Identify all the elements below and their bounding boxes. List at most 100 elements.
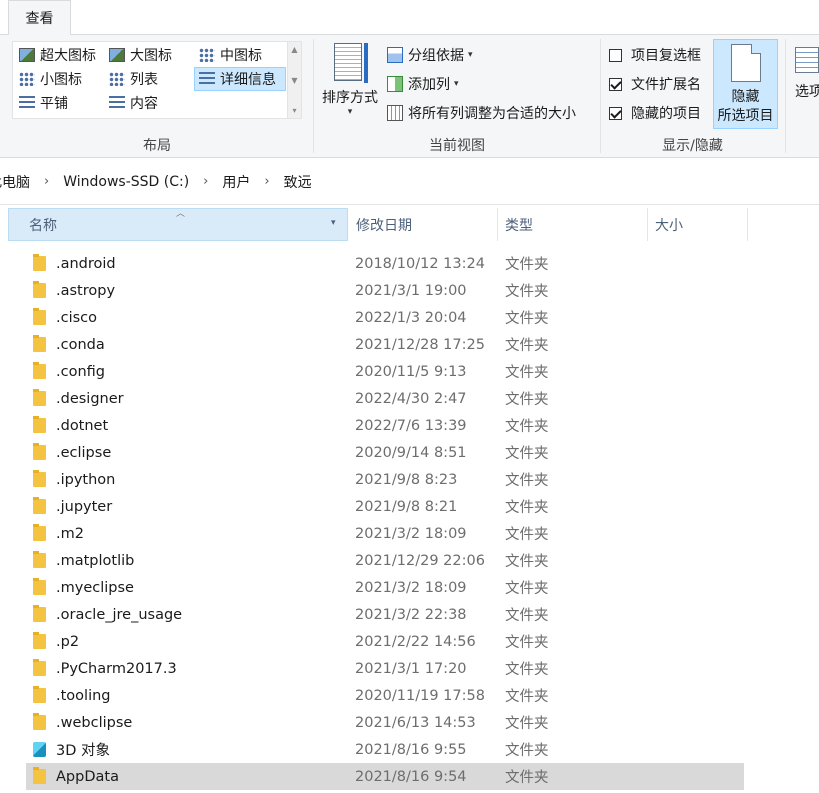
layout-list[interactable]: 列表 <box>105 68 191 90</box>
add-column-button[interactable]: 添加列 ▾ <box>387 72 459 96</box>
file-row[interactable]: .matplotlib 2021/12/29 22:06 文件夹 <box>26 547 744 574</box>
file-row[interactable]: .myeclipse 2021/3/2 18:09 文件夹 <box>26 574 744 601</box>
item-checkboxes-checkbox[interactable] <box>609 48 622 62</box>
file-name: .matplotlib <box>56 552 135 569</box>
breadcrumb-drive[interactable]: Windows-SSD (C:) <box>61 174 191 190</box>
file-type: 文件夹 <box>505 608 549 624</box>
file-type: 文件夹 <box>505 473 549 489</box>
large-icons-icon <box>109 48 125 62</box>
layout-item-label: 大图标 <box>130 48 172 64</box>
column-header-size[interactable]: 大小 <box>647 208 747 241</box>
3d-objects-icon <box>33 742 46 757</box>
column-header-date[interactable]: 修改日期 <box>348 208 498 241</box>
chevron-down-icon[interactable]: ▾ <box>331 218 336 228</box>
file-modified-date: 2022/4/30 2:47 <box>355 390 467 407</box>
layout-item-label: 小图标 <box>40 72 82 88</box>
column-header-type[interactable]: 类型 <box>497 208 647 241</box>
file-modified-date: 2020/11/5 9:13 <box>355 363 467 380</box>
folder-icon <box>33 524 46 541</box>
file-modified-date: 2021/3/2 18:09 <box>355 579 467 596</box>
chevron-right-icon[interactable]: › <box>264 174 269 189</box>
file-type: 文件夹 <box>505 284 549 300</box>
breadcrumb-current-folder[interactable]: 致远 <box>282 172 314 192</box>
file-modified-date: 2021/2/22 14:56 <box>355 633 476 650</box>
file-modified-date: 2021/3/2 22:38 <box>355 606 467 623</box>
file-row[interactable]: 3D 对象 2021/8/16 9:55 文件夹 <box>26 736 744 763</box>
file-row[interactable]: .oracle_jre_usage 2021/3/2 22:38 文件夹 <box>26 601 744 628</box>
file-name: .designer <box>56 390 124 407</box>
file-row[interactable]: .dotnet 2022/7/6 13:39 文件夹 <box>26 412 744 439</box>
group-by-button[interactable]: 分组依据 ▾ <box>387 43 473 67</box>
hidden-items-checkbox[interactable] <box>609 106 622 120</box>
file-type: 文件夹 <box>505 635 549 651</box>
options-button[interactable]: 选项 <box>795 39 819 129</box>
folder-icon <box>33 497 46 514</box>
expand-gallery-icon[interactable]: ▾ <box>292 106 296 115</box>
layout-tiles[interactable]: 平铺 <box>15 92 103 114</box>
file-row[interactable]: .jupyter 2021/9/8 8:21 文件夹 <box>26 493 744 520</box>
chevron-down-icon: ▾ <box>454 79 459 89</box>
file-extensions-toggle[interactable]: 文件扩展名 <box>609 72 701 96</box>
fit-columns-button[interactable]: 将所有列调整为合适的大小 <box>387 101 576 125</box>
item-checkboxes-toggle[interactable]: 项目复选框 <box>609 43 701 67</box>
file-name: .tooling <box>56 687 111 704</box>
breadcrumb-users[interactable]: 用户 <box>220 172 252 192</box>
layout-large-icons[interactable]: 大图标 <box>105 44 191 66</box>
column-divider[interactable] <box>747 208 748 241</box>
layout-extra-large-icons[interactable]: 超大图标 <box>15 44 103 66</box>
sort-by-button[interactable]: 排序方式 ▾ <box>318 41 382 117</box>
item-checkboxes-label: 项目复选框 <box>631 48 701 64</box>
tiles-icon <box>19 96 35 110</box>
sort-ascending-icon: ︿ <box>176 209 186 219</box>
file-type: 文件夹 <box>505 716 549 732</box>
add-column-label: 添加列 <box>408 77 450 93</box>
details-icon <box>199 72 215 86</box>
file-row[interactable]: .ipython 2021/9/8 8:23 文件夹 <box>26 466 744 493</box>
file-modified-date: 2021/3/1 19:00 <box>355 282 467 299</box>
layout-medium-icons[interactable]: 中图标 <box>195 44 285 66</box>
scroll-up-icon[interactable]: ▲ <box>291 45 297 54</box>
layout-small-icons[interactable]: 小图标 <box>15 68 103 90</box>
file-row[interactable]: .m2 2021/3/2 18:09 文件夹 <box>26 520 744 547</box>
file-row[interactable]: .cisco 2022/1/3 20:04 文件夹 <box>26 304 744 331</box>
tab-view[interactable]: 查看 <box>8 0 71 35</box>
file-name: .dotnet <box>56 417 109 434</box>
file-type: 文件夹 <box>505 527 549 543</box>
hide-selected-items-button[interactable]: 隐藏 所选项目 <box>713 39 778 129</box>
layout-details[interactable]: 详细信息 <box>194 67 286 91</box>
file-row[interactable]: .conda 2021/12/28 17:25 文件夹 <box>26 331 744 358</box>
chevron-right-icon[interactable]: › <box>203 174 208 189</box>
file-row[interactable]: .webclipse 2021/6/13 14:53 文件夹 <box>26 709 744 736</box>
layout-content[interactable]: 内容 <box>105 92 191 114</box>
file-row[interactable]: .astropy 2021/3/1 19:00 文件夹 <box>26 277 744 304</box>
folder-icon <box>33 335 46 352</box>
file-row[interactable]: .config 2020/11/5 9:13 文件夹 <box>26 358 744 385</box>
group-divider <box>785 39 786 153</box>
gallery-scroller[interactable]: ▲ ▼ ▾ <box>287 42 301 118</box>
file-extensions-label: 文件扩展名 <box>631 77 701 93</box>
file-row[interactable]: .eclipse 2020/9/14 8:51 文件夹 <box>26 439 744 466</box>
hide-selected-label-1: 隐藏 <box>731 89 760 105</box>
folder-icon <box>33 767 46 784</box>
hidden-items-toggle[interactable]: 隐藏的项目 <box>609 101 701 125</box>
ribbon-tab-bar: 查看 <box>0 0 819 35</box>
layout-item-label: 内容 <box>130 96 158 112</box>
file-row[interactable]: .tooling 2020/11/19 17:58 文件夹 <box>26 682 744 709</box>
breadcrumb-this-pc[interactable]: 此电脑 <box>0 172 32 192</box>
file-name: .android <box>56 255 116 272</box>
chevron-right-icon[interactable]: › <box>44 174 49 189</box>
breadcrumb[interactable]: 此电脑 › Windows-SSD (C:) › 用户 › 致远 <box>0 159 819 205</box>
file-extensions-checkbox[interactable] <box>609 77 622 91</box>
file-row[interactable]: AppData 2021/8/16 9:54 文件夹 <box>26 763 744 790</box>
file-row[interactable]: .designer 2022/4/30 2:47 文件夹 <box>26 385 744 412</box>
scroll-down-icon[interactable]: ▼ <box>291 76 297 85</box>
content-icon <box>109 96 125 110</box>
file-type: 文件夹 <box>505 743 549 759</box>
file-name: .ipython <box>56 471 116 488</box>
file-row[interactable]: .PyCharm2017.3 2021/3/1 17:20 文件夹 <box>26 655 744 682</box>
ribbon: 超大图标 大图标 中图标 小图标 列表 详细信息 平铺 内容 ▲ ▼ ▾ 布局 … <box>0 34 819 158</box>
file-row[interactable]: .p2 2021/2/22 14:56 文件夹 <box>26 628 744 655</box>
hide-page-icon <box>730 44 761 82</box>
file-row[interactable]: .android 2018/10/12 13:24 文件夹 <box>26 250 744 277</box>
file-type: 文件夹 <box>505 689 549 705</box>
